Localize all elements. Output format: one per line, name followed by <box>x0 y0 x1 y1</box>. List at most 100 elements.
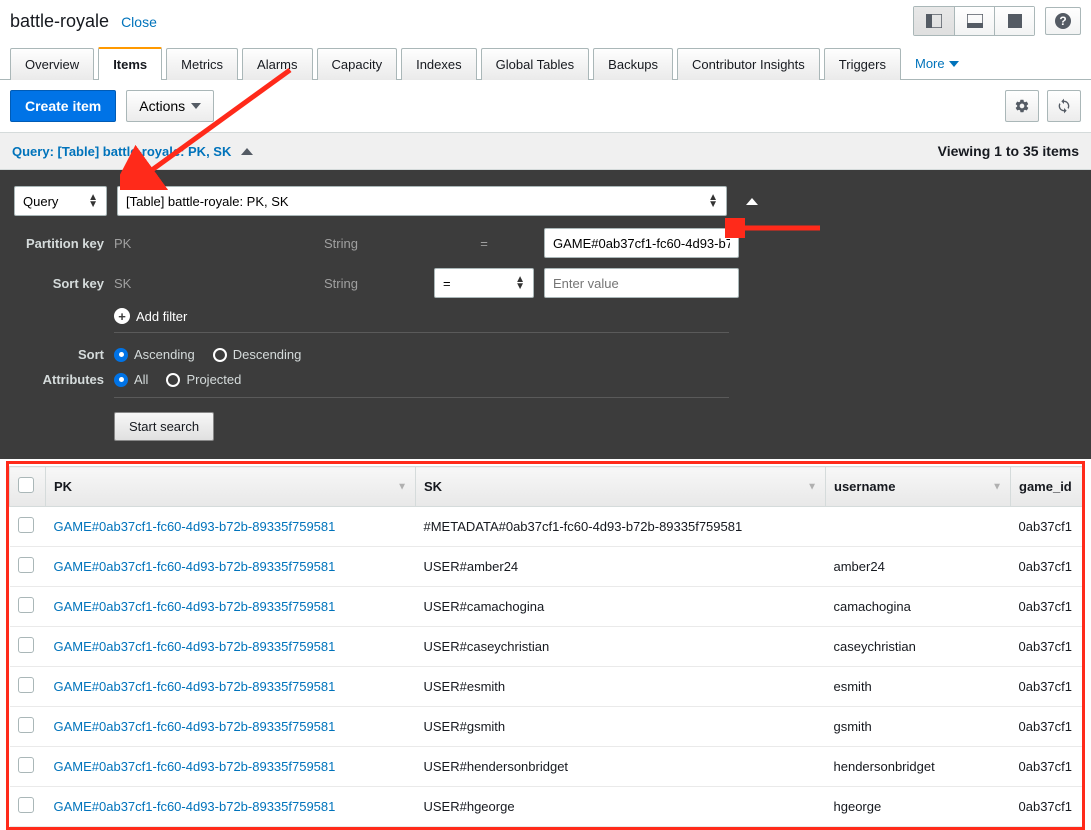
tab-capacity[interactable]: Capacity <box>317 48 398 80</box>
tab-overview[interactable]: Overview <box>10 48 94 80</box>
column-header-gameid[interactable]: game_id <box>1011 467 1086 507</box>
add-filter-button[interactable]: + Add filter <box>114 308 1077 324</box>
column-header-pk[interactable]: PK▼ <box>46 467 416 507</box>
sk-cell: USER#esmith <box>416 667 826 707</box>
row-checkbox[interactable] <box>18 637 34 653</box>
table-row: GAME#0ab37cf1-fc60-4d93-b72b-89335f75958… <box>10 547 1086 587</box>
row-checkbox[interactable] <box>18 717 34 733</box>
table-row: GAME#0ab37cf1-fc60-4d93-b72b-89335f75958… <box>10 787 1086 827</box>
row-checkbox[interactable] <box>18 757 34 773</box>
refresh-button[interactable] <box>1047 90 1081 122</box>
attributes-all-radio[interactable]: All <box>114 372 148 387</box>
help-icon[interactable]: ? <box>1045 7 1081 35</box>
username-cell: amber24 <box>826 547 1011 587</box>
sk-cell: USER#camachogina <box>416 587 826 627</box>
sk-cell: USER#hendersonbridget <box>416 747 826 787</box>
layout-bottom-icon[interactable] <box>954 7 994 35</box>
tabs-bar: OverviewItemsMetricsAlarmsCapacityIndexe… <box>0 46 1091 80</box>
partition-key-type: String <box>324 236 424 251</box>
sort-caret-icon: ▼ <box>992 481 1002 492</box>
layout-icon-group <box>913 6 1035 36</box>
row-checkbox[interactable] <box>18 677 34 693</box>
partition-key-name: PK <box>114 236 314 251</box>
tab-indexes[interactable]: Indexes <box>401 48 477 80</box>
row-checkbox[interactable] <box>18 597 34 613</box>
gameid-cell: 0ab37cf1 <box>1011 587 1086 627</box>
query-target-select[interactable]: [Table] battle-royale: PK, SK ▲▼ <box>117 186 727 216</box>
sort-descending-radio[interactable]: Descending <box>213 347 302 362</box>
tab-metrics[interactable]: Metrics <box>166 48 238 80</box>
query-panel: Query ▲▼ [Table] battle-royale: PK, SK ▲… <box>0 170 1091 459</box>
layout-full-icon[interactable] <box>994 7 1034 35</box>
sort-ascending-radio[interactable]: Ascending <box>114 347 195 362</box>
table-row: GAME#0ab37cf1-fc60-4d93-b72b-89335f75958… <box>10 627 1086 667</box>
tab-alarms[interactable]: Alarms <box>242 48 312 80</box>
table-row: GAME#0ab37cf1-fc60-4d93-b72b-89335f75958… <box>10 667 1086 707</box>
username-cell: gsmith <box>826 707 1011 747</box>
partition-key-input[interactable] <box>544 228 739 258</box>
gameid-cell: 0ab37cf1 <box>1011 507 1086 547</box>
gameid-cell: 0ab37cf1 <box>1011 667 1086 707</box>
pk-link[interactable]: GAME#0ab37cf1-fc60-4d93-b72b-89335f75958… <box>54 799 336 814</box>
sk-cell: USER#hgeorge <box>416 787 826 827</box>
table-row: GAME#0ab37cf1-fc60-4d93-b72b-89335f75958… <box>10 747 1086 787</box>
gameid-cell: 0ab37cf1 <box>1011 787 1086 827</box>
select-arrows-icon: ▲▼ <box>708 194 718 208</box>
sort-label: Sort <box>14 347 104 362</box>
close-link[interactable]: Close <box>121 14 157 30</box>
column-header-sk[interactable]: SK▼ <box>416 467 826 507</box>
actions-button[interactable]: Actions <box>126 90 214 122</box>
sort-key-label: Sort key <box>14 276 104 291</box>
collapse-panel-icon[interactable] <box>743 192 761 210</box>
select-arrows-icon: ▲▼ <box>88 194 98 208</box>
pk-link[interactable]: GAME#0ab37cf1-fc60-4d93-b72b-89335f75958… <box>54 679 336 694</box>
settings-button[interactable] <box>1005 90 1039 122</box>
row-checkbox[interactable] <box>18 557 34 573</box>
sort-key-name: SK <box>114 276 314 291</box>
create-item-button[interactable]: Create item <box>10 90 116 122</box>
checkbox[interactable] <box>18 477 34 493</box>
column-header-username[interactable]: username▼ <box>826 467 1011 507</box>
chevron-up-icon <box>241 148 253 155</box>
username-cell <box>826 507 1011 547</box>
attributes-label: Attributes <box>14 372 104 387</box>
attributes-projected-radio[interactable]: Projected <box>166 372 241 387</box>
pk-link[interactable]: GAME#0ab37cf1-fc60-4d93-b72b-89335f75958… <box>54 519 336 534</box>
query-mode-select[interactable]: Query ▲▼ <box>14 186 107 216</box>
table-row: GAME#0ab37cf1-fc60-4d93-b72b-89335f75958… <box>10 507 1086 547</box>
start-search-button[interactable]: Start search <box>114 412 214 441</box>
svg-text:?: ? <box>1059 14 1066 28</box>
pk-link[interactable]: GAME#0ab37cf1-fc60-4d93-b72b-89335f75958… <box>54 599 336 614</box>
results-table-wrap: PK▼ SK▼ username▼ game_id GAME#0ab37cf1-… <box>6 461 1085 830</box>
tab-global-tables[interactable]: Global Tables <box>481 48 590 80</box>
select-arrows-icon: ▲▼ <box>515 276 525 290</box>
row-checkbox[interactable] <box>18 517 34 533</box>
username-cell: hendersonbridget <box>826 747 1011 787</box>
gameid-cell: 0ab37cf1 <box>1011 627 1086 667</box>
tab-triggers[interactable]: Triggers <box>824 48 901 80</box>
viewing-count: Viewing 1 to 35 items <box>938 143 1079 159</box>
sort-key-op-select[interactable]: = ▲▼ <box>434 268 534 298</box>
chevron-down-icon <box>949 61 959 67</box>
username-cell: camachogina <box>826 587 1011 627</box>
query-summary-toggle[interactable]: Query: [Table] battle-royale: PK, SK <box>12 144 253 159</box>
pk-link[interactable]: GAME#0ab37cf1-fc60-4d93-b72b-89335f75958… <box>54 719 336 734</box>
tab-contributor-insights[interactable]: Contributor Insights <box>677 48 820 80</box>
sort-key-type: String <box>324 276 424 291</box>
gameid-cell: 0ab37cf1 <box>1011 707 1086 747</box>
pk-link[interactable]: GAME#0ab37cf1-fc60-4d93-b72b-89335f75958… <box>54 759 336 774</box>
gameid-cell: 0ab37cf1 <box>1011 547 1086 587</box>
sk-cell: USER#caseychristian <box>416 627 826 667</box>
more-tabs-link[interactable]: More <box>905 48 969 79</box>
tab-items[interactable]: Items <box>98 47 162 80</box>
select-all-header[interactable] <box>10 467 46 507</box>
pk-link[interactable]: GAME#0ab37cf1-fc60-4d93-b72b-89335f75958… <box>54 639 336 654</box>
row-checkbox[interactable] <box>18 797 34 813</box>
tab-backups[interactable]: Backups <box>593 48 673 80</box>
sort-key-input[interactable] <box>544 268 739 298</box>
pk-link[interactable]: GAME#0ab37cf1-fc60-4d93-b72b-89335f75958… <box>54 559 336 574</box>
sort-caret-icon: ▼ <box>397 481 407 492</box>
sk-cell: USER#amber24 <box>416 547 826 587</box>
layout-sidebar-icon[interactable] <box>914 7 954 35</box>
sk-cell: USER#gsmith <box>416 707 826 747</box>
